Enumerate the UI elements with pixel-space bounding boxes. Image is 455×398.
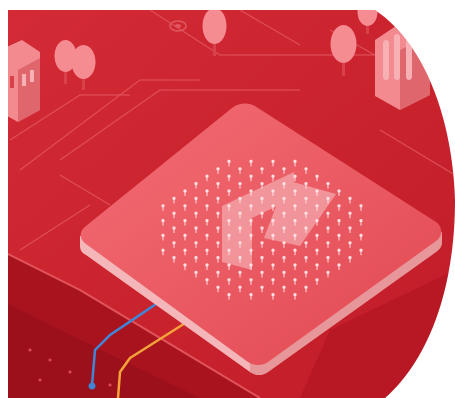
- illustration-frame: [0, 0, 455, 398]
- scene-clip-group: [8, 10, 455, 398]
- route-endpoint-icon: [88, 382, 96, 390]
- isometric-illustration: [8, 10, 455, 398]
- building-icon: [8, 40, 40, 122]
